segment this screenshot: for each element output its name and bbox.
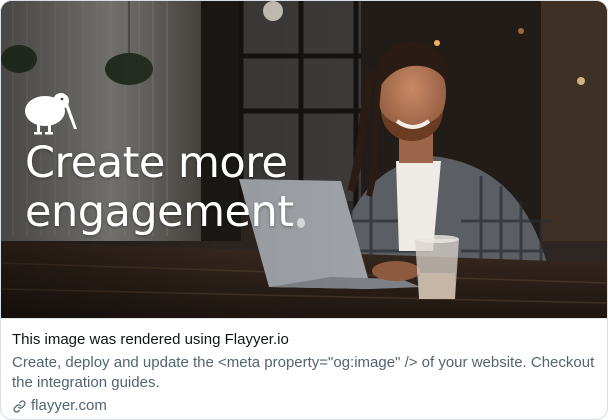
link-preview-card[interactable]: Create more engagement This image was re… (0, 0, 608, 420)
link-icon (13, 399, 26, 413)
preview-title: This image was rendered using Flayyer.io (12, 331, 289, 348)
preview-image[interactable]: Create more engagement (1, 1, 607, 318)
kiwi-bird-logo-icon (25, 93, 77, 135)
hero-headline: Create more engagement (25, 138, 294, 237)
link-preview-meta[interactable]: This image was rendered using Flayyer.io… (1, 318, 607, 419)
preview-domain-text: flayyer.com (31, 397, 107, 414)
preview-description: Create, deploy and update the <meta prop… (12, 354, 595, 391)
preview-domain[interactable]: flayyer.com (12, 396, 595, 416)
